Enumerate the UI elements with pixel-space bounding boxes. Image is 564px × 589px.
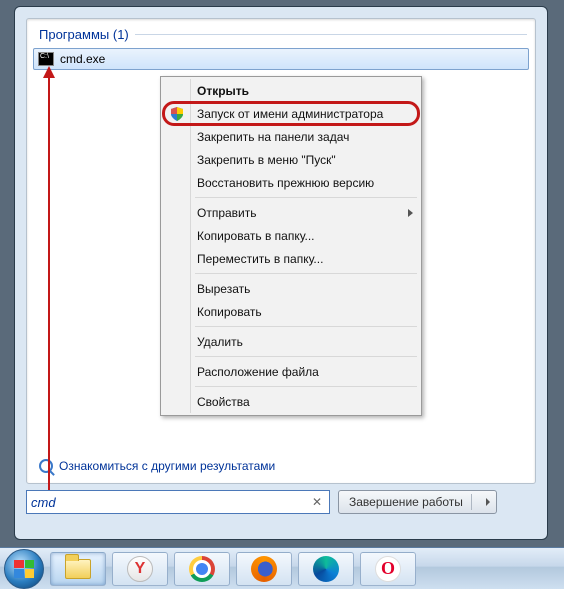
chrome-icon — [189, 556, 215, 582]
ctx-label: Копировать — [197, 305, 262, 319]
ctx-label: Переместить в папку... — [197, 252, 323, 266]
section-header-programs: Программы (1) — [27, 19, 535, 46]
explorer-icon — [65, 559, 91, 579]
taskbar-yandex[interactable]: Y — [112, 552, 168, 586]
yandex-icon: Y — [127, 556, 153, 582]
search-result-cmd[interactable]: cmd.exe — [33, 48, 529, 70]
divider — [135, 34, 527, 35]
ctx-separator — [195, 273, 417, 274]
firefox-icon — [251, 556, 277, 582]
cmd-icon — [38, 52, 54, 66]
ctx-open[interactable]: Открыть — [163, 79, 419, 102]
ctx-label: Отправить — [197, 206, 257, 220]
ctx-send-to[interactable]: Отправить — [163, 201, 419, 224]
ctx-copy[interactable]: Копировать — [163, 300, 419, 323]
start-button[interactable] — [4, 549, 44, 589]
search-icon — [39, 459, 53, 473]
ctx-pin-start[interactable]: Закрепить в меню "Пуск" — [163, 148, 419, 171]
ctx-separator — [195, 386, 417, 387]
edge-icon — [313, 556, 339, 582]
taskbar-opera[interactable]: O — [360, 552, 416, 586]
ctx-separator — [195, 197, 417, 198]
start-search-box[interactable]: ✕ — [26, 490, 330, 514]
taskbar-edge[interactable] — [298, 552, 354, 586]
ctx-delete[interactable]: Удалить — [163, 330, 419, 353]
result-filename: cmd.exe — [60, 52, 105, 66]
opera-icon: O — [375, 556, 401, 582]
clear-icon[interactable]: ✕ — [309, 495, 325, 509]
chevron-right-icon — [486, 498, 490, 506]
section-title: Программы — [39, 27, 109, 42]
more-results-link[interactable]: Ознакомиться с другими результатами — [39, 459, 275, 473]
annotation-arrow — [48, 68, 50, 500]
section-count: (1) — [113, 27, 129, 42]
ctx-label: Удалить — [197, 335, 243, 349]
ctx-move-to-folder[interactable]: Переместить в папку... — [163, 247, 419, 270]
ctx-run-as-admin[interactable]: Запуск от имени администратора — [163, 102, 419, 125]
ctx-separator — [195, 326, 417, 327]
ctx-label: Свойства — [197, 395, 250, 409]
ctx-pin-taskbar[interactable]: Закрепить на панели задач — [163, 125, 419, 148]
taskbar-firefox[interactable] — [236, 552, 292, 586]
taskbar-explorer[interactable] — [50, 552, 106, 586]
ctx-separator — [195, 356, 417, 357]
ctx-label: Вырезать — [197, 282, 250, 296]
taskbar: Y O — [0, 547, 564, 589]
taskbar-chrome[interactable] — [174, 552, 230, 586]
uac-shield-icon — [169, 106, 185, 122]
ctx-label: Расположение файла — [197, 365, 319, 379]
shutdown-label: Завершение работы — [349, 495, 463, 509]
chevron-right-icon — [408, 209, 413, 217]
divider — [471, 494, 472, 510]
ctx-label: Открыть — [197, 84, 249, 98]
search-input[interactable] — [31, 495, 309, 510]
start-menu-bottom-bar: ✕ Завершение работы — [26, 490, 536, 520]
ctx-cut[interactable]: Вырезать — [163, 277, 419, 300]
shutdown-button[interactable]: Завершение работы — [338, 490, 497, 514]
ctx-copy-to-folder[interactable]: Копировать в папку... — [163, 224, 419, 247]
more-results-label: Ознакомиться с другими результатами — [59, 459, 275, 473]
ctx-label: Восстановить прежнюю версию — [197, 176, 374, 190]
context-menu: Открыть Запуск от имени администратора З… — [160, 76, 422, 416]
ctx-label: Закрепить в меню "Пуск" — [197, 153, 336, 167]
ctx-restore-previous[interactable]: Восстановить прежнюю версию — [163, 171, 419, 194]
ctx-properties[interactable]: Свойства — [163, 390, 419, 413]
ctx-label: Закрепить на панели задач — [197, 130, 349, 144]
ctx-label: Копировать в папку... — [197, 229, 315, 243]
windows-logo-icon — [14, 560, 34, 578]
ctx-file-location[interactable]: Расположение файла — [163, 360, 419, 383]
ctx-label: Запуск от имени администратора — [197, 107, 383, 121]
